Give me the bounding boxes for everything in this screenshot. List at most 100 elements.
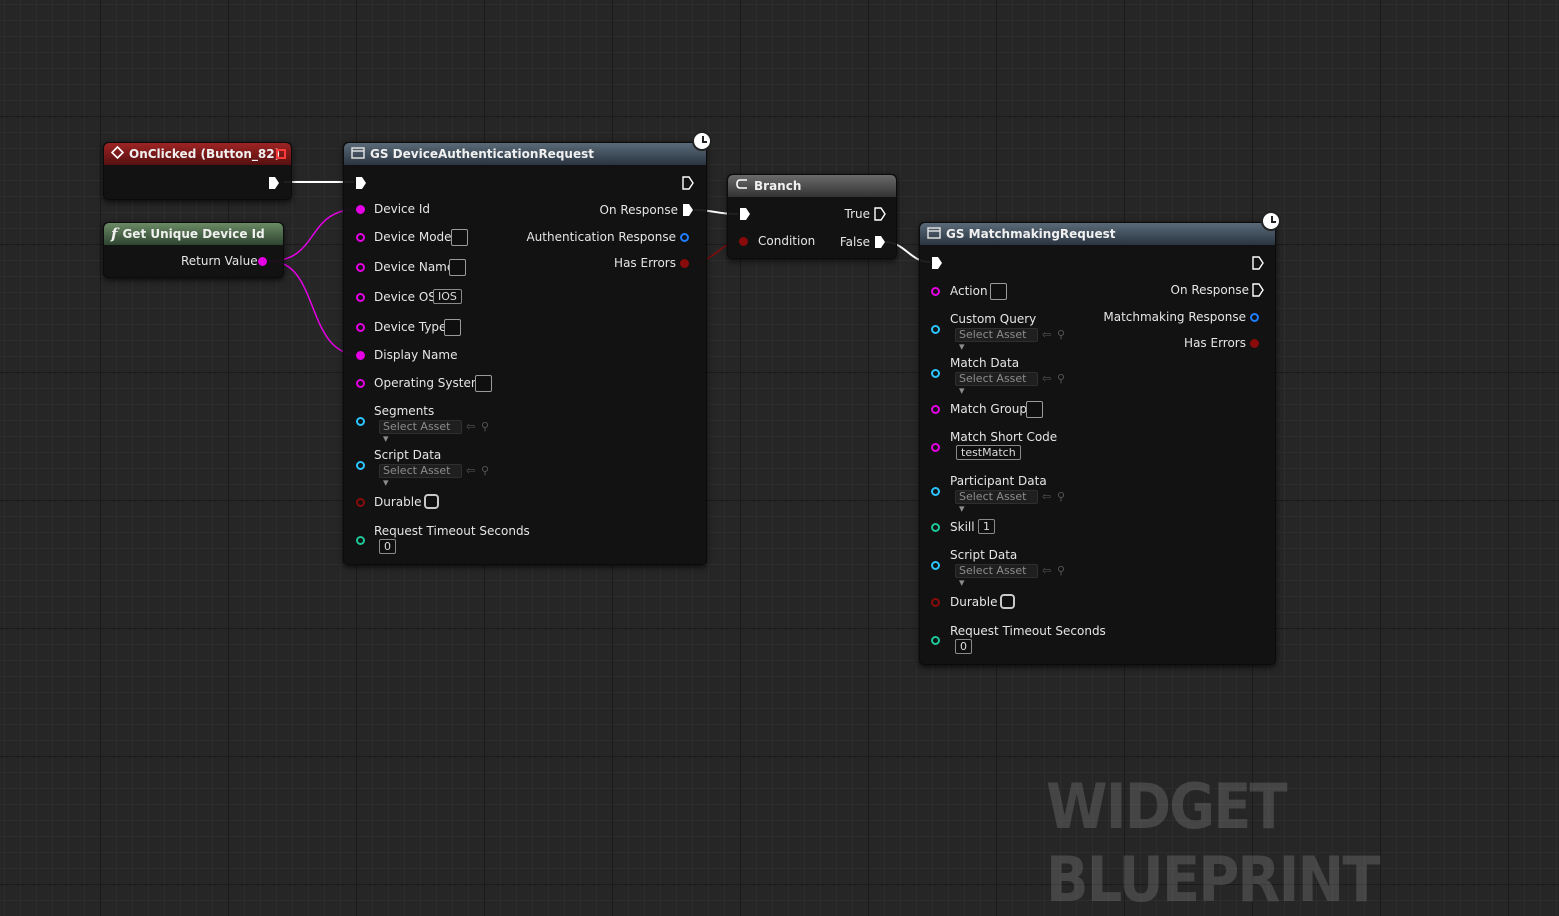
node-title: Branch (754, 179, 802, 193)
matchmaking-request-node[interactable]: GS MatchmakingRequest Action Custom Quer… (919, 222, 1276, 665)
use-asset-arrow-icon[interactable]: ⇦ (1042, 328, 1051, 341)
node-title: OnClicked (Button_82) (129, 147, 281, 161)
select-asset-text: Select Asset (383, 420, 451, 433)
return-value-label: Return Value (181, 254, 258, 268)
participant-data-select-asset-dropdown[interactable]: Select Asset ▾ (955, 490, 1038, 515)
condition-pin[interactable] (739, 237, 748, 246)
durable-label: Durable (950, 595, 998, 609)
durable-checkbox[interactable] (1000, 594, 1015, 609)
operating-system-field[interactable] (475, 375, 492, 392)
device-type-pin[interactable] (356, 323, 365, 332)
auth-response-label: Authentication Response (526, 230, 676, 244)
exec-in-pin[interactable] (931, 256, 943, 270)
script-data-label: Script Data (950, 548, 1018, 562)
timeout-pin[interactable] (931, 636, 940, 645)
custom-query-pin[interactable] (931, 325, 940, 334)
segments-select-asset-dropdown[interactable]: Select Asset ▾ (379, 420, 462, 445)
timeout-field[interactable]: 0 (379, 539, 396, 554)
skill-pin[interactable] (931, 523, 940, 532)
action-label: Action (950, 284, 988, 298)
node-header: Branch (728, 175, 896, 197)
skill-field[interactable]: 1 (978, 519, 995, 534)
true-exec-pin[interactable] (874, 207, 886, 221)
timeout-pin[interactable] (356, 536, 365, 545)
durable-pin[interactable] (356, 498, 365, 507)
timeout-label: Request Timeout Seconds (374, 524, 530, 538)
match-group-pin[interactable] (931, 405, 940, 414)
return-value-pin[interactable] (258, 257, 267, 266)
custom-query-select-asset-dropdown[interactable]: Select Asset ▾ (955, 328, 1038, 353)
skill-label: Skill (950, 520, 975, 534)
script-data-pin[interactable] (356, 461, 365, 470)
branch-icon (735, 178, 749, 194)
browse-search-icon[interactable]: ⚲ (1057, 564, 1065, 577)
class-icon (927, 226, 941, 242)
browse-search-icon[interactable]: ⚲ (1057, 328, 1065, 341)
branch-node[interactable]: Branch Condition True False (727, 174, 897, 259)
delegate-pin-icon[interactable] (276, 149, 286, 159)
use-asset-arrow-icon[interactable]: ⇦ (466, 464, 475, 477)
device-id-label: Device Id (374, 202, 431, 216)
device-name-field[interactable] (449, 259, 466, 276)
device-name-pin[interactable] (356, 263, 365, 272)
operating-system-pin[interactable] (356, 379, 365, 388)
browse-search-icon[interactable]: ⚲ (481, 420, 489, 433)
exec-out-pin[interactable] (682, 176, 694, 190)
node-header: f Get Unique Device Id (104, 223, 283, 245)
device-model-field[interactable] (451, 229, 468, 246)
durable-checkbox[interactable] (424, 494, 439, 509)
use-asset-arrow-icon[interactable]: ⇦ (1042, 564, 1051, 577)
match-group-field[interactable] (1026, 401, 1043, 418)
device-os-pin[interactable] (356, 293, 365, 302)
matchmaking-response-pin[interactable] (1250, 313, 1259, 322)
match-data-select-asset-dropdown[interactable]: Select Asset ▾ (955, 372, 1038, 397)
browse-search-icon[interactable]: ⚲ (1057, 490, 1065, 503)
match-short-code-label: Match Short Code (950, 430, 1058, 444)
device-id-pin[interactable] (356, 205, 365, 214)
action-pin[interactable] (931, 287, 940, 296)
select-asset-text: Select Asset (959, 564, 1027, 577)
browse-search-icon[interactable]: ⚲ (481, 464, 489, 477)
on-response-exec-pin[interactable] (1252, 283, 1264, 297)
device-auth-request-node[interactable]: GS DeviceAuthenticationRequest Device Id… (343, 142, 707, 565)
browse-search-icon[interactable]: ⚲ (1057, 372, 1065, 385)
exec-in-pin[interactable] (739, 207, 751, 221)
match-data-pin[interactable] (931, 369, 940, 378)
exec-out-pin[interactable] (1252, 256, 1264, 270)
has-errors-pin[interactable] (680, 259, 689, 268)
on-response-exec-pin[interactable] (682, 203, 694, 217)
action-field[interactable] (990, 283, 1007, 300)
durable-label: Durable (374, 495, 422, 509)
durable-pin[interactable] (931, 598, 940, 607)
false-exec-pin[interactable] (874, 235, 886, 249)
timeout-field[interactable]: 0 (955, 639, 972, 654)
script-data-select-asset-dropdown[interactable]: Select Asset ▾ (955, 564, 1038, 589)
script-data-pin[interactable] (931, 561, 940, 570)
on-response-label: On Response (599, 203, 679, 217)
false-label: False (839, 235, 870, 249)
exec-in-pin[interactable] (355, 176, 367, 190)
auth-response-pin[interactable] (680, 233, 689, 242)
device-os-label: Device OS (374, 290, 436, 304)
device-model-pin[interactable] (356, 233, 365, 242)
node-title: Get Unique Device Id (122, 227, 265, 241)
select-asset-text: Select Asset (959, 372, 1027, 385)
match-short-code-field[interactable]: testMatch (956, 445, 1021, 460)
has-errors-pin[interactable] (1250, 339, 1259, 348)
use-asset-arrow-icon[interactable]: ⇦ (1042, 490, 1051, 503)
device-os-field[interactable]: IOS (433, 289, 462, 304)
participant-data-pin[interactable] (931, 487, 940, 496)
onclicked-event-node[interactable]: OnClicked (Button_82) (103, 142, 292, 200)
exec-out-pin[interactable] (268, 176, 280, 190)
script-data-select-asset-dropdown[interactable]: Select Asset ▾ (379, 464, 462, 489)
display-name-pin[interactable] (356, 351, 365, 360)
use-asset-arrow-icon[interactable]: ⇦ (466, 420, 475, 433)
class-icon (351, 146, 365, 162)
device-type-field[interactable] (444, 319, 461, 336)
get-unique-device-id-node[interactable]: f Get Unique Device Id Return Value (103, 222, 284, 278)
use-asset-arrow-icon[interactable]: ⇦ (1042, 372, 1051, 385)
segments-pin[interactable] (356, 417, 365, 426)
match-short-code-pin[interactable] (931, 443, 940, 452)
node-title: GS DeviceAuthenticationRequest (370, 147, 594, 161)
widget-blueprint-watermark: WIDGET BLUEPRINT (1046, 770, 1381, 916)
